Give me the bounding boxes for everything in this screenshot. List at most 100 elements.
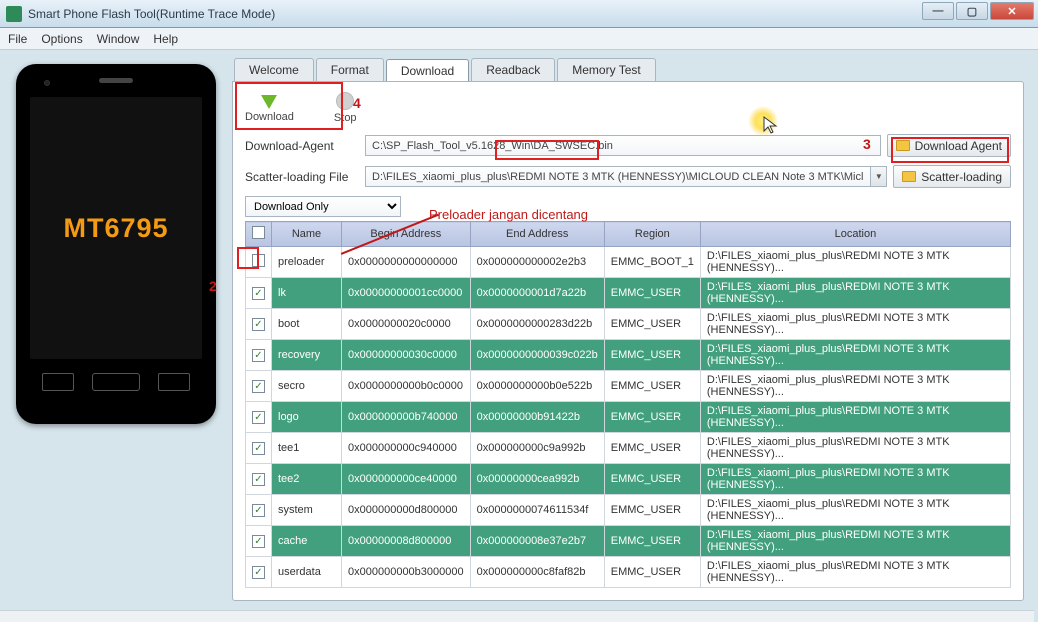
phone-screen: MT6795 (30, 97, 202, 359)
titlebar: Smart Phone Flash Tool(Runtime Trace Mod… (0, 0, 1038, 28)
cell-location: D:\FILES_xiaomi_plus_plus\REDMI NOTE 3 M… (700, 433, 1010, 464)
cell-location: D:\FILES_xiaomi_plus_plus\REDMI NOTE 3 M… (700, 526, 1010, 557)
download-agent-btn[interactable]: Download Agent (887, 134, 1011, 157)
cell-name: lk (272, 278, 342, 309)
cell-name: cache (272, 526, 342, 557)
cell-end: 0x000000008e37e2b7 (470, 526, 604, 557)
minimize-button[interactable]: — (922, 2, 954, 20)
cell-name: logo (272, 402, 342, 433)
row-checkbox[interactable] (252, 254, 265, 267)
cell-name: recovery (272, 340, 342, 371)
cell-begin: 0x000000000b3000000 (342, 557, 471, 588)
cell-region: EMMC_USER (604, 526, 700, 557)
scatter-dropdown-icon[interactable]: ▼ (871, 166, 887, 187)
row-checkbox[interactable]: ✓ (252, 566, 265, 579)
download-agent-label: Download-Agent (245, 139, 365, 153)
download-button[interactable]: Download (245, 93, 294, 123)
cell-end: 0x0000000000283d22b (470, 309, 604, 340)
download-arrow-icon (261, 95, 277, 109)
scatter-input[interactable] (365, 166, 871, 187)
table-row[interactable]: preloader0x00000000000000000x00000000000… (246, 247, 1011, 278)
table-row[interactable]: ✓system0x000000000d8000000x0000000074611… (246, 495, 1011, 526)
table-row[interactable]: ✓secro0x0000000000b0c00000x0000000000b0e… (246, 371, 1011, 402)
col-end[interactable]: End Address (470, 222, 604, 247)
cell-name: tee1 (272, 433, 342, 464)
cell-begin: 0x000000000ce40000 (342, 464, 471, 495)
col-begin[interactable]: Begin Address (342, 222, 471, 247)
cell-begin: 0x00000008d800000 (342, 526, 471, 557)
table-row[interactable]: ✓ cache0x00000008d8000000x000000008e37e2b… (246, 526, 1011, 557)
scatter-loading-btn[interactable]: Scatter-loading (893, 165, 1011, 188)
col-location[interactable]: Location (700, 222, 1010, 247)
cell-location: D:\FILES_xiaomi_plus_plus\REDMI NOTE 3 M… (700, 371, 1010, 402)
tab-download[interactable]: Download (386, 59, 469, 82)
cell-end: 0x000000000c8faf82b (470, 557, 604, 588)
cell-region: EMMC_USER (604, 278, 700, 309)
cell-region: EMMC_USER (604, 309, 700, 340)
menubar: File Options Window Help (0, 28, 1038, 50)
row-checkbox[interactable]: ✓ (252, 473, 265, 486)
scatter-loading-btn-label: Scatter-loading (921, 170, 1002, 184)
tab-memory-test[interactable]: Memory Test (557, 58, 655, 81)
tab-readback[interactable]: Readback (471, 58, 555, 81)
menu-options[interactable]: Options (41, 32, 82, 46)
cell-region: EMMC_USER (604, 433, 700, 464)
cell-location: D:\FILES_xiaomi_plus_plus\REDMI NOTE 3 M… (700, 278, 1010, 309)
cell-begin: 0x000000000c940000 (342, 433, 471, 464)
row-checkbox[interactable]: ✓ (252, 287, 265, 300)
menu-window[interactable]: Window (97, 32, 140, 46)
table-header-row: Name Begin Address End Address Region Lo… (246, 222, 1011, 247)
cell-region: EMMC_USER (604, 402, 700, 433)
cell-begin: 0x00000000030c0000 (342, 340, 471, 371)
cell-region: EMMC_USER (604, 371, 700, 402)
cell-name: boot (272, 309, 342, 340)
table-row[interactable]: ✓lk0x00000000001cc00000x0000000001d7a22b… (246, 278, 1011, 309)
phone-buttons (42, 373, 190, 391)
row-checkbox[interactable]: ✓ (252, 411, 265, 424)
cell-location: D:\FILES_xiaomi_plus_plus\REDMI NOTE 3 M… (700, 402, 1010, 433)
cell-location: D:\FILES_xiaomi_plus_plus\REDMI NOTE 3 M… (700, 557, 1010, 588)
row-checkbox[interactable]: ✓ (252, 380, 265, 393)
cell-end: 0x0000000000039c022b (470, 340, 604, 371)
app-icon (6, 6, 22, 22)
table-row[interactable]: ✓logo0x000000000b7400000x00000000b91422b… (246, 402, 1011, 433)
cell-location: D:\FILES_xiaomi_plus_plus\REDMI NOTE 3 M… (700, 340, 1010, 371)
download-mode-select[interactable]: Download Only (245, 196, 401, 217)
cell-begin: 0x0000000000000000 (342, 247, 471, 278)
row-checkbox[interactable]: ✓ (252, 349, 265, 362)
chip-label: MT6795 (63, 213, 168, 244)
menu-file[interactable]: File (8, 32, 27, 46)
stop-button-label: Stop (334, 112, 357, 124)
cell-location: D:\FILES_xiaomi_plus_plus\REDMI NOTE 3 M… (700, 309, 1010, 340)
col-name[interactable]: Name (272, 222, 342, 247)
close-button[interactable]: ✕ (990, 2, 1034, 20)
cell-location: D:\FILES_xiaomi_plus_plus\REDMI NOTE 3 M… (700, 495, 1010, 526)
maximize-button[interactable]: ▢ (956, 2, 988, 20)
row-checkbox[interactable]: ✓ (252, 535, 265, 548)
row-checkbox[interactable]: ✓ (252, 504, 265, 517)
tab-format[interactable]: Format (316, 58, 384, 81)
download-panel: Download Stop Download-Agent Download Ag… (232, 81, 1024, 601)
row-checkbox[interactable]: ✓ (252, 318, 265, 331)
table-row[interactable]: ✓boot0x0000000020c00000x0000000000283d22… (246, 309, 1011, 340)
folder-icon (896, 140, 910, 151)
cell-end: 0x00000000cea992b (470, 464, 604, 495)
col-region[interactable]: Region (604, 222, 700, 247)
tab-welcome[interactable]: Welcome (234, 58, 314, 81)
cell-region: EMMC_BOOT_1 (604, 247, 700, 278)
table-row[interactable]: ✓tee20x000000000ce400000x00000000cea992b… (246, 464, 1011, 495)
status-bar (0, 610, 1034, 622)
table-row[interactable]: ✓userdata0x000000000b30000000x000000000c… (246, 557, 1011, 588)
window-title: Smart Phone Flash Tool(Runtime Trace Mod… (28, 7, 275, 21)
cell-name: secro (272, 371, 342, 402)
table-row[interactable]: ✓ recovery0x00000000030c00000x00000000000… (246, 340, 1011, 371)
table-row[interactable]: ✓tee10x000000000c9400000x000000000c9a992… (246, 433, 1011, 464)
phone-mockup: MT6795 (16, 64, 216, 424)
stop-button[interactable]: Stop (334, 92, 357, 124)
download-agent-input[interactable] (365, 135, 881, 156)
select-all-checkbox[interactable] (252, 226, 265, 239)
menu-help[interactable]: Help (153, 32, 178, 46)
scatter-label: Scatter-loading File (245, 170, 365, 184)
row-checkbox[interactable]: ✓ (252, 442, 265, 455)
cell-region: EMMC_USER (604, 557, 700, 588)
